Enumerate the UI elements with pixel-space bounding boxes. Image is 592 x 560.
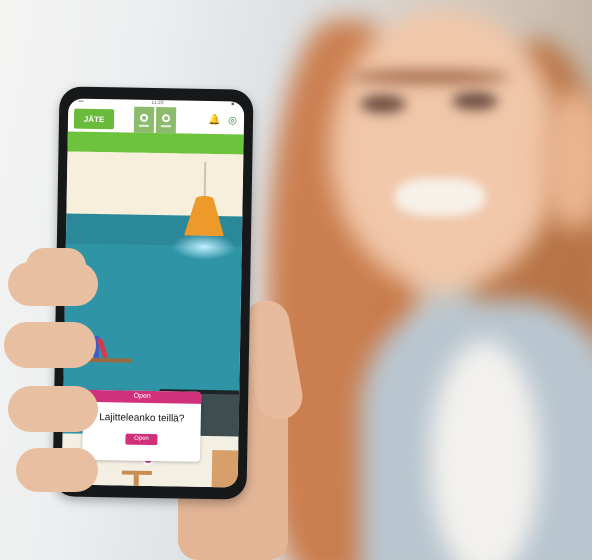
popup-open-button[interactable]: Open	[125, 433, 158, 446]
recycle-icon	[139, 113, 149, 122]
header-icons: 🔔 ◎	[208, 115, 238, 127]
cabinet	[211, 450, 239, 488]
blurred-face	[330, 10, 560, 290]
room-ceiling	[66, 151, 244, 217]
blurred-smile	[395, 178, 485, 216]
game-room-scene: Open Lajitteleanko teillä? Open	[61, 151, 244, 488]
finger	[4, 322, 96, 368]
status-right: ■	[231, 101, 235, 108]
user-icon[interactable]: ◎	[227, 115, 238, 126]
finger	[8, 262, 98, 306]
tab-label-bar	[160, 124, 171, 127]
lamp-glow	[171, 233, 237, 261]
finger	[16, 448, 98, 492]
blurred-brow	[350, 70, 510, 84]
app-logo-text: JÄTE	[83, 114, 105, 124]
popup-header: Open	[83, 389, 202, 404]
side-table-leg	[133, 474, 139, 488]
recycle-icon	[161, 113, 171, 122]
app-header: JÄTE 🔔 ◎	[68, 105, 244, 134]
app-logo[interactable]: JÄTE	[73, 108, 115, 130]
bell-icon[interactable]: 🔔	[208, 115, 221, 126]
tab-recycle-1[interactable]	[133, 106, 155, 133]
question-popup: Open Lajitteleanko teillä? Open	[82, 389, 202, 462]
tab-recycle-2[interactable]	[155, 107, 177, 134]
blurred-eye	[452, 92, 498, 110]
tab-label-bar	[138, 124, 149, 127]
blurred-eye	[360, 95, 406, 113]
app-tabs	[132, 106, 177, 134]
finger	[8, 386, 98, 432]
photo-background: ••• 11:20 ■ JÄTE 🔔 ◎ Open Lajitteleanko …	[0, 0, 592, 560]
popup-title: Lajitteleanko teillä?	[99, 412, 185, 425]
